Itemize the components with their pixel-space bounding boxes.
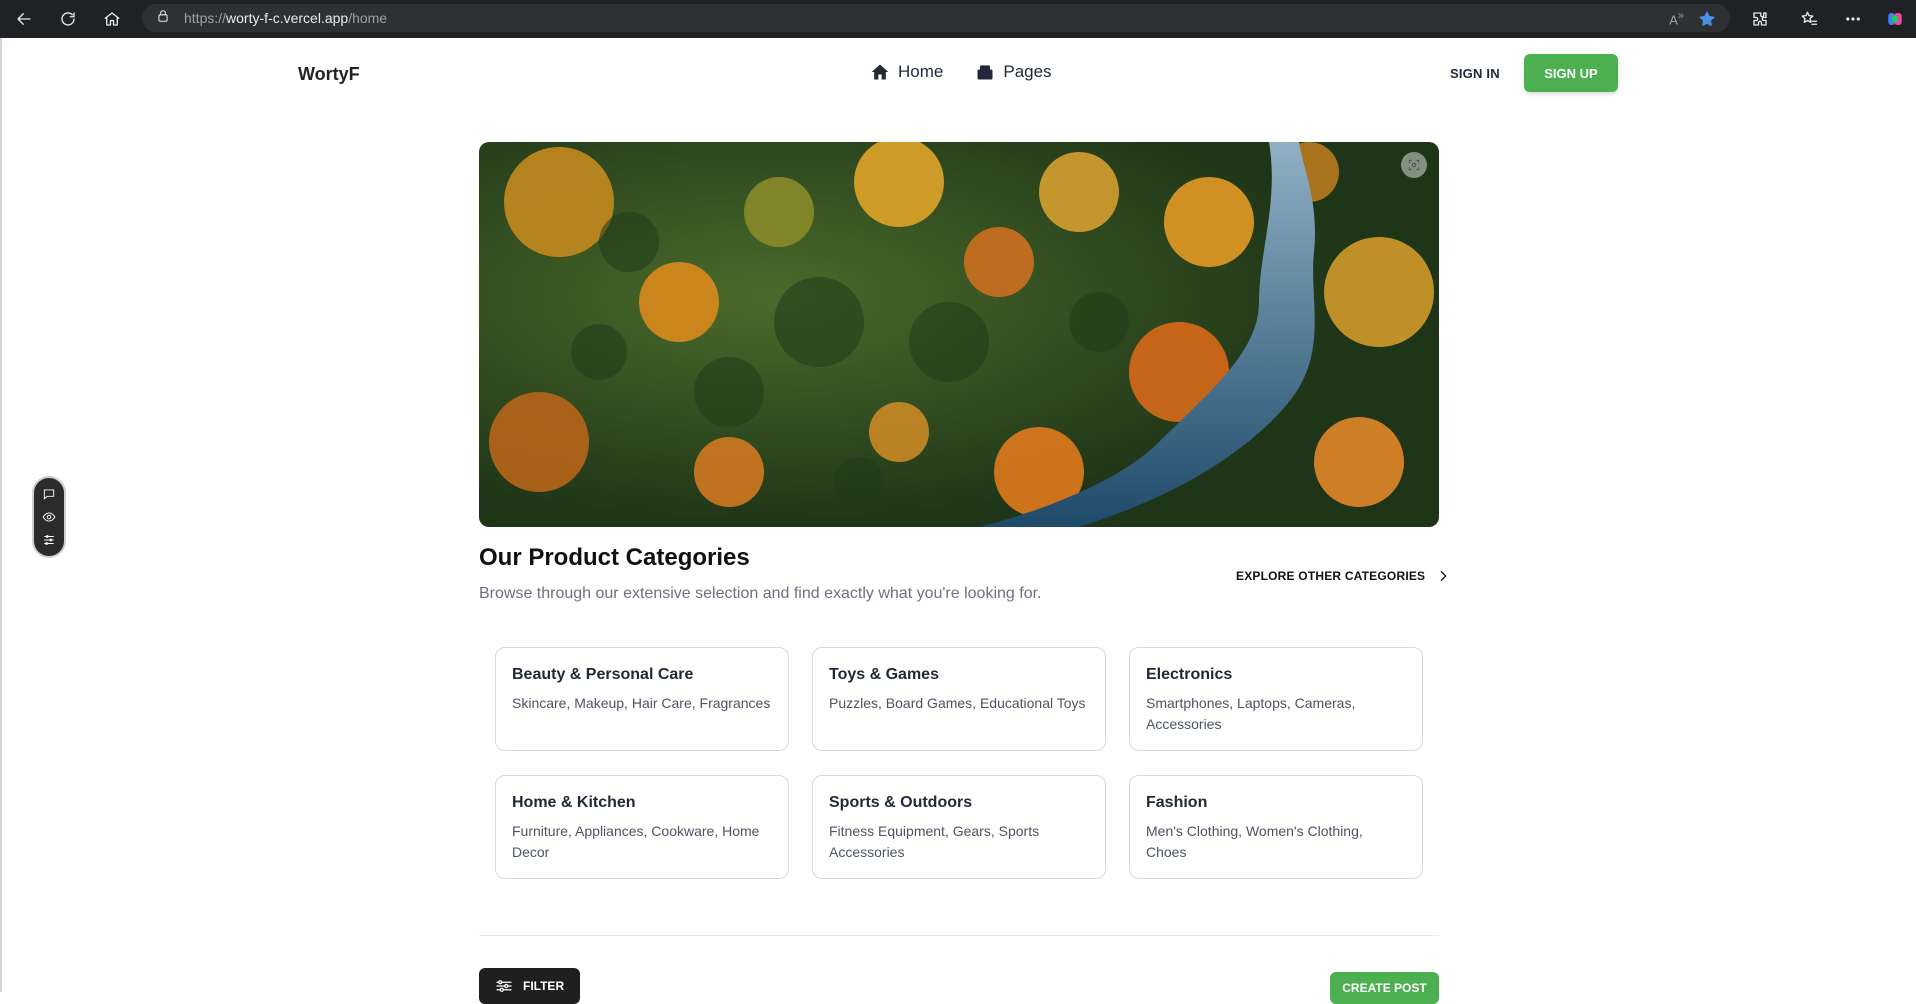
read-aloud-icon[interactable]: A»	[1669, 10, 1684, 27]
favorites-list-icon	[1801, 11, 1818, 25]
category-card[interactable]: Toys & Games Puzzles, Board Games, Educa…	[812, 647, 1106, 751]
eye-icon[interactable]	[42, 510, 56, 524]
back-button[interactable]	[9, 4, 39, 34]
copilot-icon	[1888, 13, 1902, 25]
extensions-button[interactable]	[1745, 4, 1775, 34]
category-title: Fashion	[1146, 794, 1208, 811]
refresh-button[interactable]	[53, 4, 83, 34]
explore-label: EXPLORE OTHER CATEGORIES	[1236, 569, 1426, 583]
favorite-star-icon[interactable]	[1698, 10, 1716, 28]
nav-item-label: Pages	[1003, 62, 1052, 81]
home-icon	[871, 64, 889, 80]
category-desc: Smartphones, Laptops, Cameras, Accessori…	[1146, 695, 1356, 732]
sign-up-button[interactable]: SIGN UP	[1524, 54, 1618, 92]
filter-sliders-icon	[496, 980, 512, 992]
favorites-button[interactable]	[1794, 4, 1824, 34]
visual-search-icon[interactable]	[1401, 152, 1427, 178]
forest-river-aerial-image	[479, 142, 1439, 527]
category-desc: Fitness Equipment, Gears, Sports Accesso…	[829, 823, 1040, 860]
category-desc: Skincare, Makeup, Hair Care, Fragrances	[512, 695, 771, 711]
category-grid: Beauty & Personal Care Skincare, Makeup,…	[495, 647, 1423, 879]
brand-logo[interactable]: WortyF	[298, 64, 360, 85]
url-text: https://worty-f-c.vercel.app/home	[184, 10, 388, 26]
lock-icon	[156, 9, 170, 28]
puzzle-icon	[1753, 12, 1767, 26]
category-desc: Puzzles, Board Games, Educational Toys	[829, 695, 1086, 711]
category-card[interactable]: Sports & Outdoors Fitness Equipment, Gea…	[812, 775, 1106, 879]
nav-item-pages[interactable]: Pages	[975, 62, 1052, 82]
settings-sliders-icon[interactable]	[42, 533, 56, 547]
categories-heading: Our Product Categories	[479, 544, 750, 571]
floating-side-toolbar	[32, 476, 66, 558]
comment-icon[interactable]	[42, 487, 56, 501]
category-card[interactable]: Beauty & Personal Care Skincare, Makeup,…	[495, 647, 789, 751]
web-page: WortyF Home Pages SIGN IN SIGN UP Our Pr…	[0, 38, 1916, 1004]
create-post-button[interactable]: CREATE POST	[1330, 972, 1439, 1004]
category-title: Electronics	[1146, 666, 1233, 683]
categories-subtitle: Browse through our extensive selection a…	[479, 585, 1042, 602]
category-card[interactable]: Electronics Smartphones, Laptops, Camera…	[1129, 647, 1423, 751]
category-title: Home & Kitchen	[512, 794, 636, 811]
home-browser-button[interactable]	[97, 4, 127, 34]
category-title: Toys & Games	[829, 666, 939, 683]
copilot-button[interactable]	[1880, 4, 1910, 34]
nav-item-home[interactable]: Home	[870, 62, 943, 82]
pages-icon	[977, 65, 993, 80]
section-divider	[479, 935, 1439, 936]
chevron-right-icon	[1440, 570, 1447, 582]
filter-label: FILTER	[523, 979, 565, 993]
category-title: Beauty & Personal Care	[512, 666, 694, 683]
explore-categories-link[interactable]: EXPLORE OTHER CATEGORIES	[1236, 568, 1451, 584]
more-menu-button[interactable]	[1838, 4, 1868, 34]
refresh-icon	[61, 12, 75, 26]
browser-toolbar: https://worty-f-c.vercel.app/home A»	[0, 0, 1916, 38]
hero-image	[479, 142, 1439, 527]
category-title: Sports & Outdoors	[829, 794, 973, 811]
category-desc: Men's Clothing, Women's Clothing, Choes	[1146, 823, 1363, 860]
sign-in-link[interactable]: SIGN IN	[1450, 66, 1500, 81]
filter-button[interactable]: FILTER	[479, 968, 580, 1004]
home-icon	[104, 12, 120, 26]
nav-item-label: Home	[898, 62, 944, 81]
back-arrow-icon	[17, 13, 31, 25]
address-bar[interactable]: https://worty-f-c.vercel.app/home A»	[142, 4, 1730, 32]
category-desc: Furniture, Appliances, Cookware, Home De…	[512, 823, 760, 860]
category-card[interactable]: Home & Kitchen Furniture, Appliances, Co…	[495, 775, 789, 879]
ellipsis-icon	[1846, 17, 1860, 21]
main-nav: Home Pages	[870, 62, 1052, 82]
category-card[interactable]: Fashion Men's Clothing, Women's Clothing…	[1129, 775, 1423, 879]
